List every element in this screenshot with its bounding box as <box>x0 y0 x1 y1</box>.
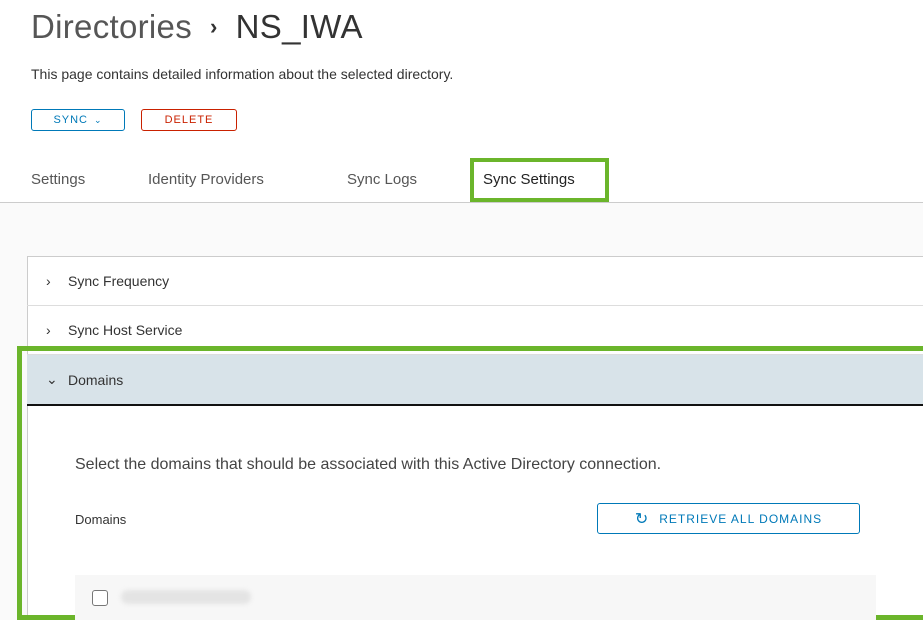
breadcrumb-parent[interactable]: Directories <box>31 8 192 45</box>
chevron-right-icon: › <box>46 322 51 338</box>
refresh-icon: ↻ <box>634 510 650 528</box>
breadcrumb-separator: › <box>210 14 218 39</box>
sync-button[interactable]: SYNC ⌄ <box>31 109 125 131</box>
domains-label: Domains <box>75 512 127 527</box>
sync-label: SYNC <box>53 114 88 126</box>
action-buttons: SYNC ⌄ DELETE <box>31 109 237 131</box>
breadcrumb-current: NS_IWA <box>235 8 363 45</box>
page-title: Directories › NS_IWA <box>31 8 363 46</box>
accordion-label: Sync Host Service <box>68 322 183 338</box>
tab-settings[interactable]: Settings <box>31 171 85 188</box>
accordion-sync-frequency[interactable]: › Sync Frequency <box>27 257 923 306</box>
domains-instruction: Select the domains that should be associ… <box>75 456 662 473</box>
domain-list-item <box>75 575 876 620</box>
chevron-down-icon: ⌄ <box>94 114 103 125</box>
tab-bar: Settings Identity Providers Sync Logs Sy… <box>0 160 923 203</box>
domain-checkbox[interactable] <box>92 590 108 606</box>
domain-name-redacted <box>121 590 251 604</box>
retrieve-all-domains-button[interactable]: ↻ RETRIEVE ALL DOMAINS <box>597 503 860 534</box>
tab-highlight-frame <box>470 158 609 202</box>
retrieve-label: RETRIEVE ALL DOMAINS <box>659 511 823 526</box>
page-description: This page contains detailed information … <box>31 66 454 82</box>
accordion-label: Sync Frequency <box>68 273 170 289</box>
chevron-right-icon: › <box>46 273 51 289</box>
delete-button[interactable]: DELETE <box>141 109 237 131</box>
tab-identity-providers[interactable]: Identity Providers <box>148 171 264 188</box>
tab-sync-logs[interactable]: Sync Logs <box>347 171 417 188</box>
